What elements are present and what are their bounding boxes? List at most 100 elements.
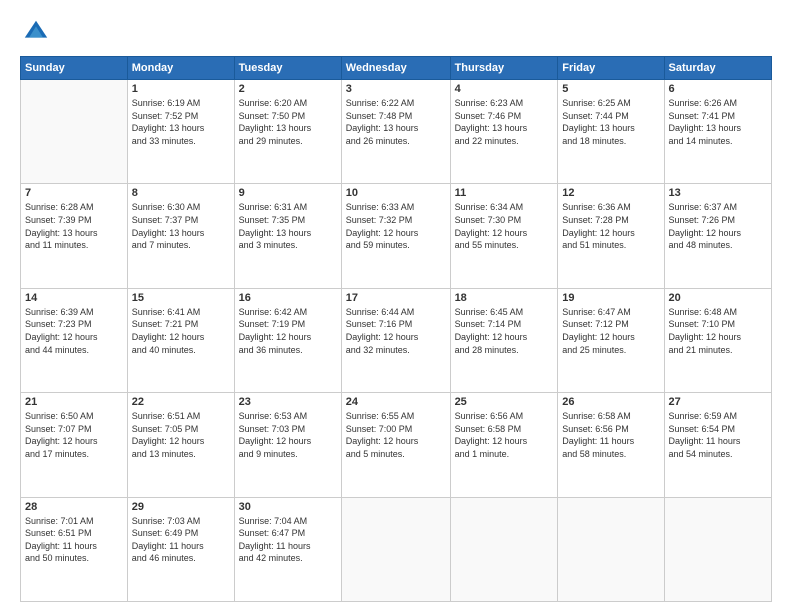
- day-info: Sunrise: 6:34 AM Sunset: 7:30 PM Daylight:…: [455, 201, 554, 251]
- calendar-header-wednesday: Wednesday: [341, 57, 450, 80]
- calendar-header-friday: Friday: [558, 57, 664, 80]
- day-number: 19: [562, 292, 659, 304]
- day-info-line: Sunrise: 6:34 AM: [455, 202, 524, 212]
- day-info-line: Sunset: 7:07 PM: [25, 424, 92, 434]
- header: [20, 18, 772, 46]
- day-info-line: Sunrise: 6:55 AM: [346, 411, 415, 421]
- day-number: 29: [132, 501, 230, 513]
- day-info: Sunrise: 7:04 AMSunset: 6:47 PMDaylight:…: [239, 515, 337, 565]
- calendar-cell: 2Sunrise: 6:20 AMSunset: 7:50 PMDaylight…: [234, 80, 341, 184]
- day-info-line: Sunset: 7:16 PM: [346, 319, 413, 329]
- day-number: 30: [239, 501, 337, 513]
- calendar-cell: 13Sunrise: 6:37 AMSunset: 7:26 PMDayligh…: [664, 184, 771, 288]
- day-info-line: Daylight: 13 hours: [239, 123, 312, 133]
- logo-icon: [22, 18, 50, 46]
- day-info-line: Sunset: 7:21 PM: [132, 319, 199, 329]
- day-info-line: Sunset: 7:12 PM: [562, 319, 629, 329]
- day-info-line: and 51 minutes.: [562, 240, 626, 250]
- day-info-line: Sunrise: 6:33 AM: [346, 202, 415, 212]
- day-info: Sunrise: 6:36 AMSunset: 7:28 PMDaylight:…: [562, 201, 659, 251]
- calendar-cell: 20Sunrise: 6:48 AMSunset: 7:10 PMDayligh…: [664, 288, 771, 392]
- day-info-line: Sunset: 6:56 PM: [562, 424, 629, 434]
- calendar-cell: 17 Sunrise: 6:44 AM Sunset: 7:16 PM Dayligh…: [341, 288, 450, 392]
- day-info-line: and 9 minutes.: [239, 449, 298, 459]
- day-number: 25: [455, 396, 554, 408]
- day-info: Sunrise: 6:37 AMSunset: 7:26 PMDaylight:…: [669, 201, 767, 251]
- day-number: 2: [239, 83, 337, 95]
- day-info-line: Sunrise: 6:45 AM: [455, 307, 524, 317]
- day-info-line: Daylight: 13 hours: [669, 123, 742, 133]
- calendar-cell: [341, 497, 450, 601]
- day-number: 3: [346, 83, 446, 95]
- day-info-line: Daylight: 12 hours: [455, 332, 528, 342]
- day-info-line: Sunset: 7:50 PM: [239, 111, 306, 121]
- day-info-line: and 50 minutes.: [25, 553, 89, 563]
- day-info-line: Sunrise: 6:30 AM: [132, 202, 201, 212]
- calendar-table: SundayMondayTuesdayWednesdayThursdayFrid…: [20, 56, 772, 602]
- day-info-line: Daylight: 12 hours: [132, 332, 205, 342]
- day-info-line: Daylight: 13 hours: [562, 123, 635, 133]
- calendar-cell: 3 Sunrise: 6:22 AMSunset: 7:48 PMDaylight…: [341, 80, 450, 184]
- day-number: 17: [346, 292, 446, 304]
- day-number: 4: [455, 83, 554, 95]
- day-info-line: Sunrise: 6:44 AM: [346, 307, 415, 317]
- day-info-line: Daylight: 12 hours: [239, 332, 312, 342]
- day-info-line: and 7 minutes.: [132, 240, 191, 250]
- day-info: Sunrise: 6:55 AMSunset: 7:00 PMDaylight:…: [346, 410, 446, 460]
- day-info-line: Daylight: 11 hours: [669, 436, 741, 446]
- day-info-line: Daylight: 12 hours: [562, 228, 635, 238]
- calendar-week-4: 21Sunrise: 6:50 AMSunset: 7:07 PMDayligh…: [21, 393, 772, 497]
- day-info-line: Sunset: 7:19 PM: [239, 319, 306, 329]
- day-info: Sunrise: 6:58 AMSunset: 6:56 PMDaylight:…: [562, 410, 659, 460]
- day-info-line: and 14 minutes.: [669, 136, 733, 146]
- day-info-line: Daylight: 11 hours: [132, 541, 204, 551]
- day-info: Sunrise: 6:22 AMSunset: 7:48 PMDaylight:…: [346, 97, 446, 147]
- calendar-cell: 19Sunrise: 6:47 AMSunset: 7:12 PMDayligh…: [558, 288, 664, 392]
- day-info-line: and 13 minutes.: [132, 449, 196, 459]
- day-info-line: and 55 minutes.: [455, 240, 519, 250]
- day-info-line: and 36 minutes.: [239, 345, 303, 355]
- calendar-cell: 29Sunrise: 7:03 AMSunset: 6:49 PMDayligh…: [127, 497, 234, 601]
- calendar-cell: [21, 80, 128, 184]
- calendar-header-sunday: Sunday: [21, 57, 128, 80]
- day-info: Sunrise: 6:31 AMSunset: 7:35 PMDaylight:…: [239, 201, 337, 251]
- day-info-line: Daylight: 13 hours: [346, 123, 419, 133]
- day-info-line: Sunset: 7:30 PM: [455, 215, 522, 225]
- day-info-line: Daylight: 12 hours: [455, 228, 528, 238]
- calendar-cell: 21Sunrise: 6:50 AMSunset: 7:07 PMDayligh…: [21, 393, 128, 497]
- calendar-week-5: 28Sunrise: 7:01 AMSunset: 6:51 PMDayligh…: [21, 497, 772, 601]
- day-info-line: Daylight: 12 hours: [346, 436, 419, 446]
- day-info: Sunrise: 6:50 AMSunset: 7:07 PMDaylight:…: [25, 410, 123, 460]
- day-number: 7: [25, 187, 123, 199]
- page: SundayMondayTuesdayWednesdayThursdayFrid…: [0, 0, 792, 612]
- calendar-header-thursday: Thursday: [450, 57, 558, 80]
- day-number: 18: [455, 292, 554, 304]
- day-info-line: Sunrise: 6:50 AM: [25, 411, 94, 421]
- day-info-line: Daylight: 12 hours: [239, 436, 312, 446]
- day-info-line: Sunset: 7:41 PM: [669, 111, 736, 121]
- day-info-line: Sunset: 6:58 PM: [455, 424, 522, 434]
- day-info-line: Sunset: 6:54 PM: [669, 424, 736, 434]
- calendar-cell: 18 Sunrise: 6:45 AMSunset: 7:14 PMDayligh…: [450, 288, 558, 392]
- calendar-header-row: SundayMondayTuesdayWednesdayThursdayFrid…: [21, 57, 772, 80]
- day-info-line: Sunset: 7:44 PM: [562, 111, 629, 121]
- day-info-line: and 21 minutes.: [669, 345, 733, 355]
- day-number: 8: [132, 187, 230, 199]
- day-info: Sunrise: 6:33 AMSunset: 7:32 PMDaylight:…: [346, 201, 446, 251]
- day-info-line: Sunset: 7:46 PM: [455, 111, 522, 121]
- day-info-line: Daylight: 12 hours: [346, 228, 419, 238]
- day-info: Sunrise: 6:45 AMSunset: 7:14 PMDaylight:…: [455, 306, 554, 356]
- day-number: 20: [669, 292, 767, 304]
- day-info-line: Sunrise: 6:31 AM: [239, 202, 308, 212]
- day-info-line: Sunrise: 6:48 AM: [669, 307, 738, 317]
- day-info-line: Daylight: 11 hours: [239, 541, 311, 551]
- day-info-line: Daylight: 12 hours: [132, 436, 205, 446]
- day-info-line: Sunset: 6:51 PM: [25, 528, 92, 538]
- calendar-cell: 22Sunrise: 6:51 AMSunset: 7:05 PMDayligh…: [127, 393, 234, 497]
- day-info-line: Daylight: 11 hours: [25, 541, 97, 551]
- day-number: 11: [455, 187, 554, 199]
- day-info-line: and 46 minutes.: [132, 553, 196, 563]
- day-info-line: Sunset: 7:39 PM: [25, 215, 92, 225]
- day-info-line: Sunrise: 6:37 AM: [669, 202, 738, 212]
- day-info-line: Daylight: 12 hours: [346, 332, 419, 342]
